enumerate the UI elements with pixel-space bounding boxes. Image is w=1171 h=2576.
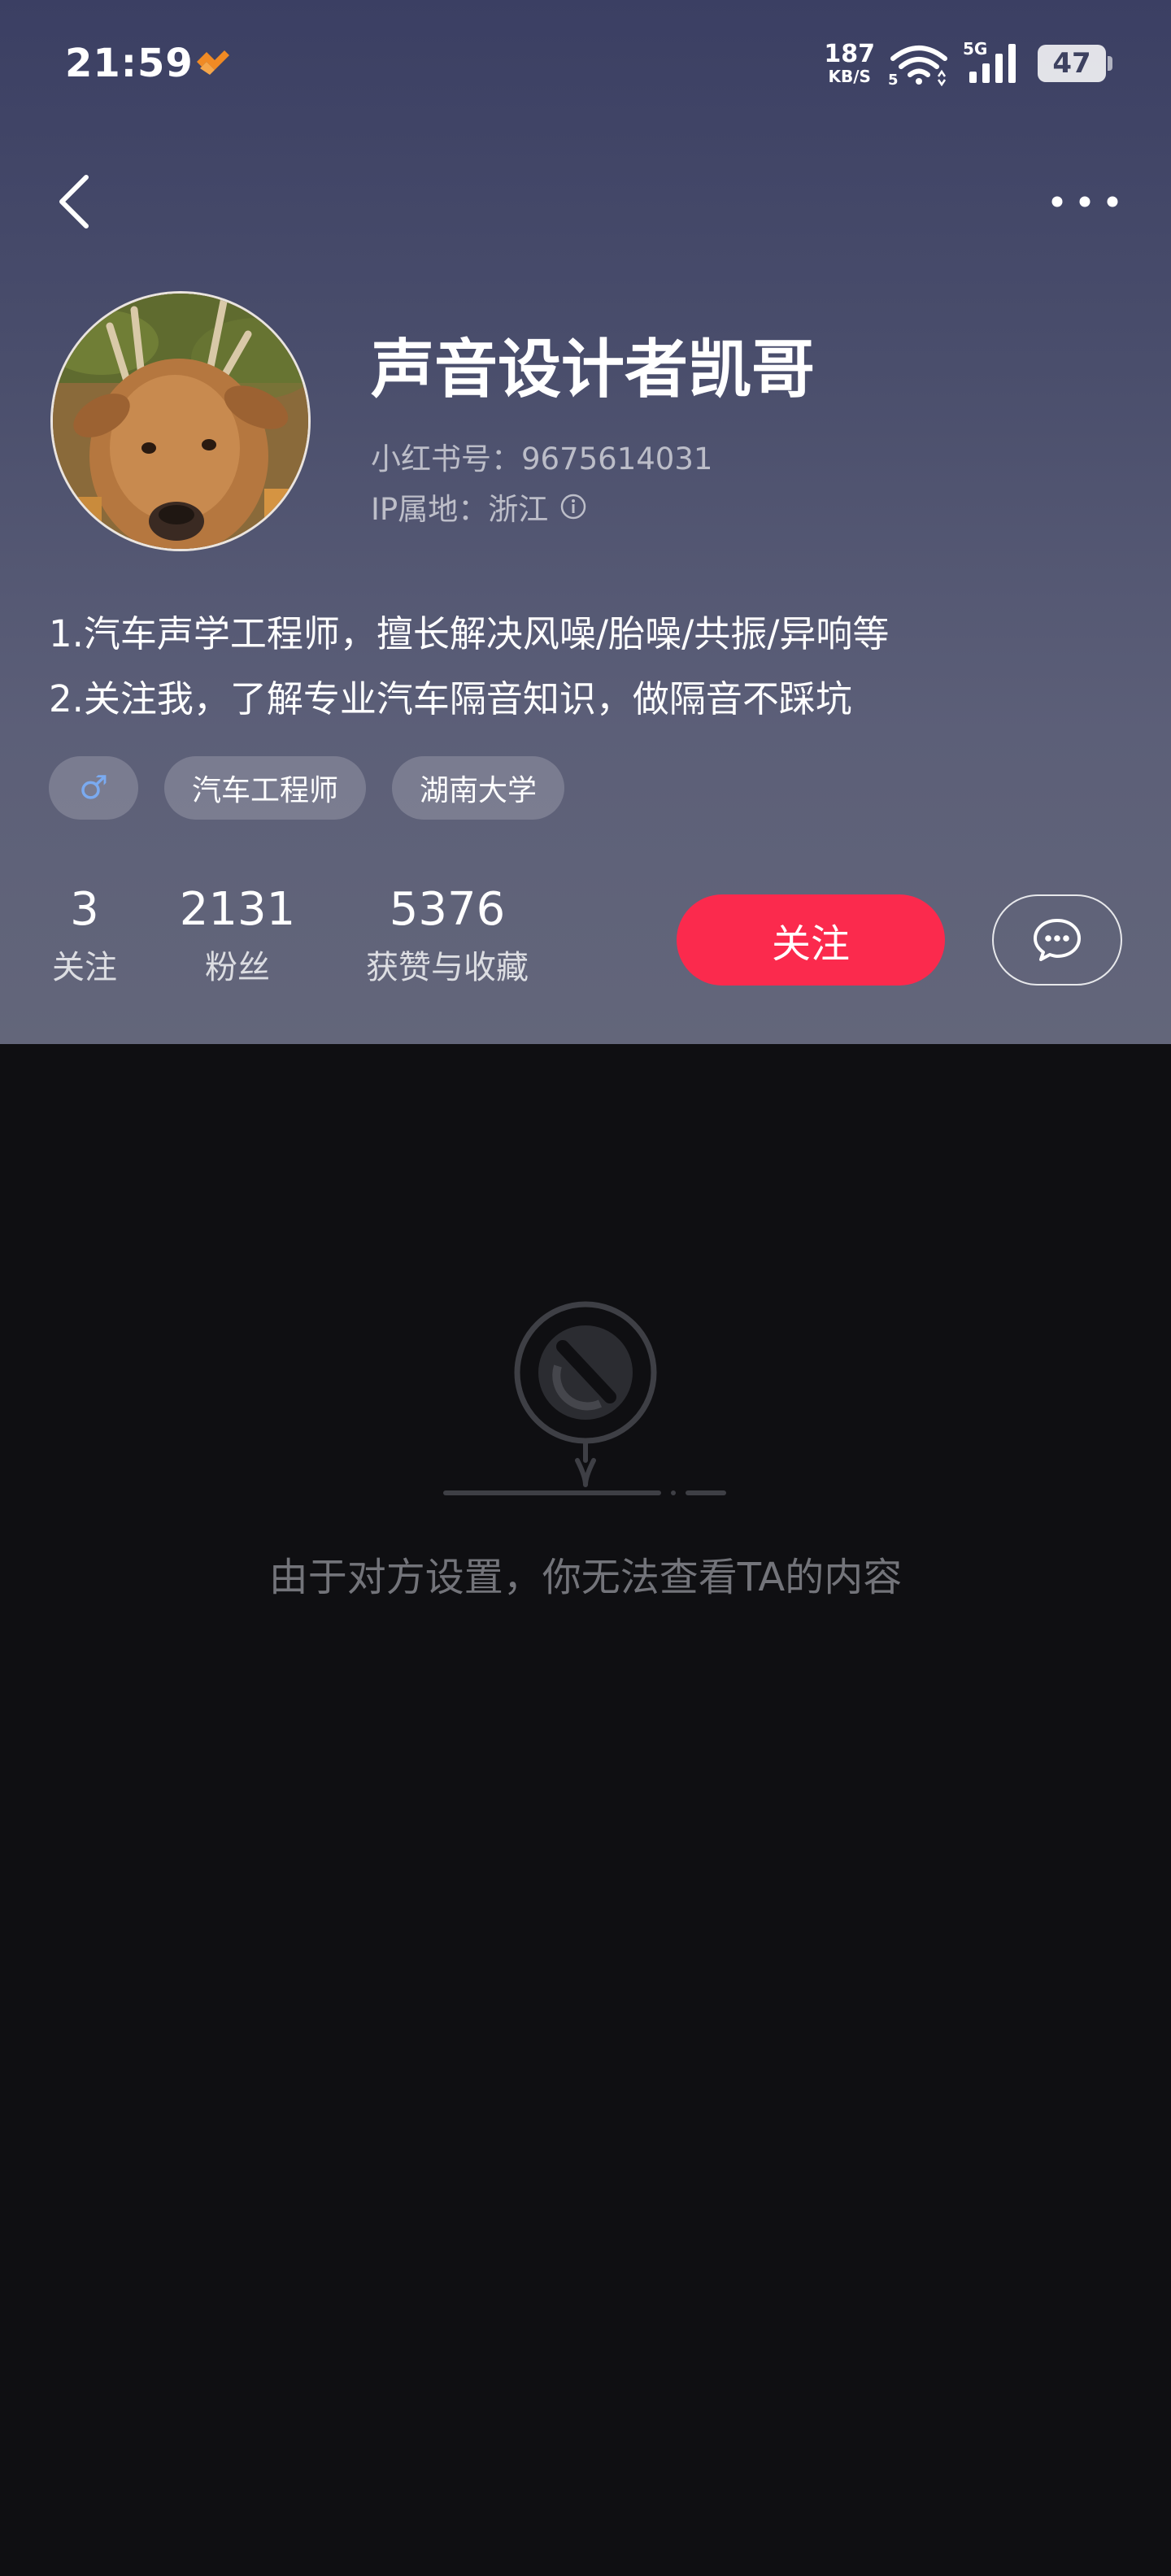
- following-label: 关注: [52, 949, 117, 986]
- more-dots-icon: [1051, 196, 1118, 207]
- profile-screen: 21:59 187 KB/S 5 5G 47 声音设计者凯哥 小红书号：9675…: [0, 0, 1171, 2576]
- bio: 1.汽车声学工程师，擅长解决风噪/胎噪/共振/异响等 2.关注我，了解专业汽车隔…: [49, 602, 1122, 732]
- follow-button[interactable]: 关注: [677, 894, 945, 986]
- empty-state-message: 由于对方设置，你无法查看TA的内容: [268, 1555, 903, 1600]
- network-speed: 187 KB/S: [824, 42, 875, 85]
- likes-count: 5376: [389, 883, 506, 936]
- ip-location-row: IP属地：浙江: [371, 485, 587, 529]
- info-icon[interactable]: [559, 493, 587, 520]
- profile-tags: ♂ 汽车工程师 湖南大学: [49, 756, 565, 820]
- cellular-signal: 5G: [963, 41, 1025, 86]
- school-tag: 湖南大学: [392, 756, 565, 820]
- svg-text:5: 5: [888, 72, 899, 86]
- profile-stats: 3 关注 2131 粉丝 5376 获赞与收藏: [0, 881, 651, 995]
- blocked-sign-icon: [443, 1301, 726, 1495]
- status-indicators: 187 KB/S 5 5G 47: [824, 37, 1112, 89]
- status-time: 21:59: [65, 41, 194, 86]
- bio-line: 2.关注我，了解专业汽车隔音知识，做隔音不踩坑: [49, 677, 852, 720]
- profile-header: 21:59 187 KB/S 5 5G 47 声音设计者凯哥 小红书号：9675…: [0, 0, 1171, 1044]
- deer-avatar-image: [53, 294, 308, 549]
- following-count: 3: [70, 883, 99, 936]
- battery-level: 47: [1052, 47, 1091, 80]
- battery-icon: 47: [1038, 45, 1112, 82]
- wifi-icon: 5: [888, 46, 947, 86]
- chat-bubble-icon: [1034, 919, 1081, 961]
- likes-label: 获赞与收藏: [366, 949, 529, 986]
- back-button[interactable]: [49, 168, 98, 236]
- followers-stat[interactable]: 2131 粉丝: [180, 881, 296, 992]
- app-notification-icon: [197, 50, 229, 75]
- followers-label: 粉丝: [204, 949, 270, 986]
- male-icon: ♂: [79, 769, 108, 807]
- likes-stat[interactable]: 5376 获赞与收藏: [366, 881, 529, 992]
- network-speed-unit: KB/S: [828, 67, 871, 86]
- following-stat[interactable]: 3 关注: [52, 881, 117, 992]
- avatar[interactable]: [50, 291, 311, 551]
- cellular-signal-icon: [969, 44, 1016, 83]
- chevron-left-icon: [59, 175, 89, 228]
- more-button[interactable]: [1047, 182, 1122, 221]
- profession-tag: 汽车工程师: [164, 756, 367, 820]
- ip-location: IP属地：浙江: [371, 492, 549, 527]
- red-id[interactable]: 小红书号：9675614031: [371, 434, 712, 478]
- network-speed-value: 187: [824, 40, 875, 68]
- followers-count: 2131: [179, 883, 296, 936]
- bio-line: 1.汽车声学工程师，擅长解决风噪/胎噪/共振/异响等: [49, 612, 890, 655]
- gender-tag: ♂: [49, 756, 138, 820]
- chat-button[interactable]: [992, 894, 1122, 986]
- profile-name: 声音设计者凯哥: [371, 333, 816, 407]
